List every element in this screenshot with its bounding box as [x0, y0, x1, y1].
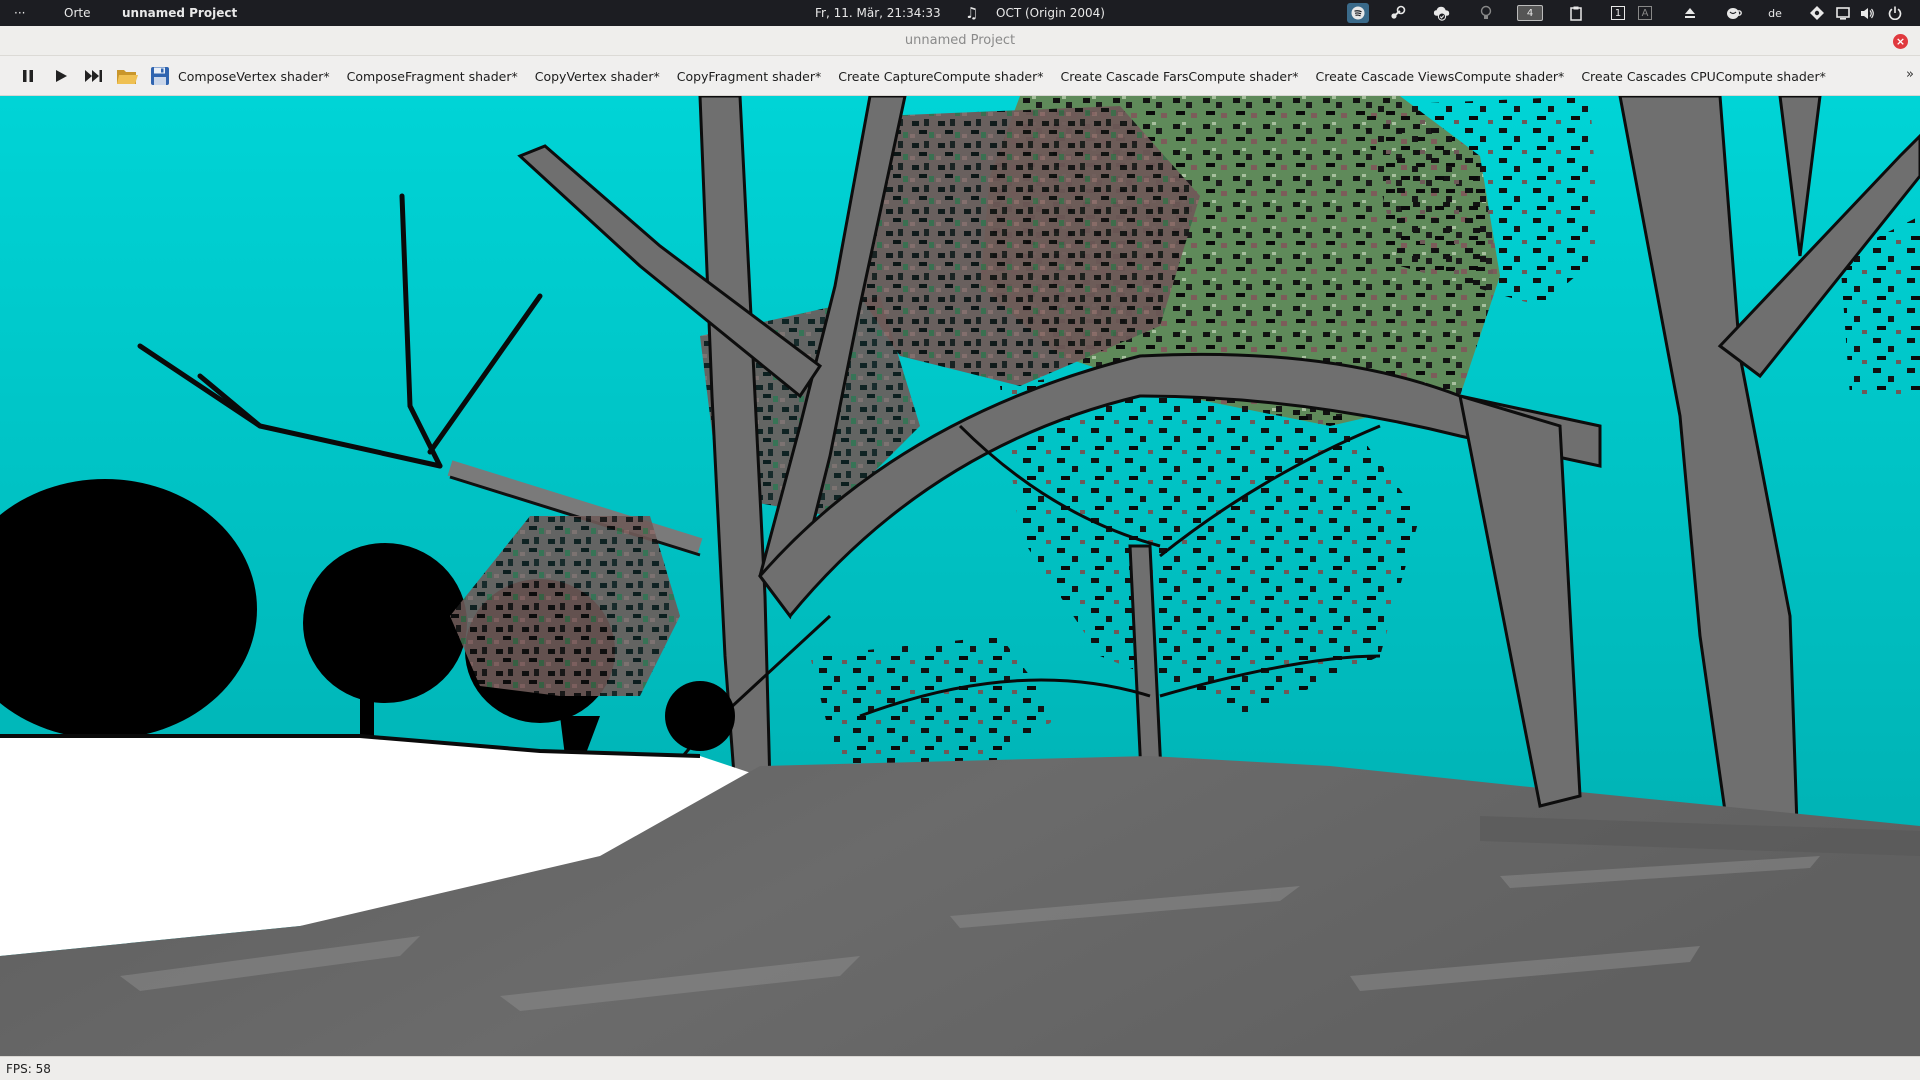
coffee-icon[interactable] [1725, 4, 1743, 22]
keyboard-layout-indicator[interactable]: de [1766, 4, 1784, 22]
close-icon: × [1895, 35, 1906, 48]
open-folder-icon [117, 70, 138, 84]
fps-counter: FPS: 58 [6, 1062, 51, 1076]
tab-create-cascade-fars-compute-shader[interactable]: Create Cascade FarsCompute shader* [1061, 69, 1299, 84]
workspace-1-button[interactable]: 1 [1611, 6, 1625, 20]
open-folder-button[interactable] [115, 65, 139, 87]
shader-tab-list: ComposeVertex shader* ComposeFragment sh… [178, 56, 1843, 96]
window-title: unnamed Project [904, 33, 1016, 48]
forest-scene-render [0, 96, 1920, 1056]
tab-create-capture-compute-shader[interactable]: Create CaptureCompute shader* [838, 69, 1043, 84]
toolbar: ComposeVertex shader* ComposeFragment sh… [0, 56, 1920, 96]
skip-forward-icon [85, 70, 102, 82]
pause-button[interactable] [16, 65, 40, 87]
app-menu[interactable]: unnamed Project [122, 0, 237, 26]
display-icon[interactable] [1834, 4, 1852, 22]
workspace-indicator[interactable]: 4 [1517, 5, 1543, 21]
window-titlebar: unnamed Project × [0, 26, 1920, 56]
eject-icon[interactable] [1681, 4, 1699, 22]
steam-icon[interactable] [1389, 4, 1407, 22]
tab-create-cascades-cpu-compute-shader[interactable]: Create Cascades CPUCompute shader* [1581, 69, 1826, 84]
music-note-icon: ♫ [965, 4, 979, 22]
network-icon[interactable] [1808, 4, 1826, 22]
clipboard-icon[interactable] [1567, 4, 1585, 22]
play-icon [56, 70, 67, 82]
music-track-label[interactable]: OCT (Origin 2004) [996, 0, 1105, 26]
save-button[interactable] [148, 65, 172, 87]
places-menu[interactable]: Orte [64, 0, 90, 26]
tab-create-cascade-views-compute-shader[interactable]: Create Cascade ViewsCompute shader* [1316, 69, 1565, 84]
spotify-icon[interactable] [1347, 3, 1369, 23]
system-top-bar: ··· Orte unnamed Project Fr, 11. Mär, 21… [0, 0, 1920, 26]
bulb-icon[interactable] [1477, 4, 1495, 22]
power-icon[interactable] [1886, 4, 1904, 22]
tab-compose-fragment-shader[interactable]: ComposeFragment shader* [347, 69, 518, 84]
play-button[interactable] [49, 65, 73, 87]
skip-forward-button[interactable] [82, 65, 106, 87]
tab-compose-vertex-shader[interactable]: ComposeVertex shader* [178, 69, 330, 84]
workspace-a-button[interactable]: A [1638, 6, 1652, 20]
volume-icon[interactable] [1858, 4, 1876, 22]
tab-overflow-button[interactable]: » [1906, 67, 1914, 82]
tab-copy-fragment-shader[interactable]: CopyFragment shader* [677, 69, 822, 84]
status-bar: FPS: 58 [0, 1056, 1920, 1080]
render-viewport[interactable] [0, 96, 1920, 1056]
clock[interactable]: Fr, 11. Mär, 21:34:33 [815, 0, 941, 26]
tab-copy-vertex-shader[interactable]: CopyVertex shader* [535, 69, 660, 84]
cloud-check-icon[interactable] [1433, 4, 1451, 22]
pause-icon [23, 70, 33, 82]
activities-button[interactable]: ··· [14, 0, 25, 26]
save-icon [151, 67, 169, 85]
close-window-button[interactable]: × [1893, 34, 1908, 49]
